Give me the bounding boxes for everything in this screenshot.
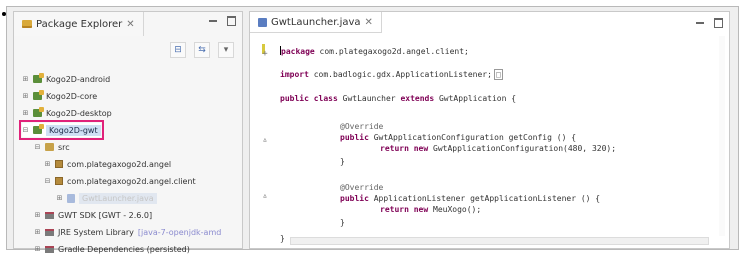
code-line-getlistener: public ApplicationListener getApplicatio… <box>340 194 601 203</box>
tree-item-package-angel[interactable]: ⊞ com.plategaxogo2d.angel <box>44 157 172 171</box>
library-icon <box>45 211 54 219</box>
editor-gutter: + ▵ ▵ <box>260 36 276 248</box>
package-explorer-icon <box>22 20 32 28</box>
collapse-icon[interactable]: ⊟ <box>22 126 29 134</box>
code-area[interactable]: + ▵ ▵ package com.plategaxogo2d.angel.cl… <box>250 36 729 248</box>
tab-label: GwtLauncher.java <box>271 16 361 28</box>
fold-collapse-icon[interactable]: ▵ <box>260 135 270 145</box>
expand-icon[interactable]: ⊞ <box>22 75 29 83</box>
java-file-icon <box>67 193 75 203</box>
library-icon <box>45 245 54 253</box>
tree-item-label: Kogo2D-desktop <box>46 108 112 118</box>
tree-item-label: GwtLauncher.java <box>79 192 157 204</box>
tree-item-label: com.plategaxogo2d.angel.client <box>67 176 196 186</box>
tree-item-gwt-sdk[interactable]: ⊞ GWT SDK [GWT - 2.6.0] <box>34 208 153 222</box>
tree-item-label: GWT SDK [GWT - 2.6.0] <box>58 210 153 220</box>
fold-collapse-icon[interactable]: ▵ <box>260 191 270 201</box>
tree-item-label: JRE System Library <box>58 227 134 237</box>
horizontal-scrollbar[interactable] <box>290 237 709 245</box>
link-with-editor-icon[interactable]: ⇆ <box>194 42 210 58</box>
expand-icon[interactable]: ⊞ <box>56 194 63 202</box>
folded-imports-icon[interactable]: □ <box>493 69 503 80</box>
project-icon <box>33 107 44 117</box>
project-icon <box>33 90 44 100</box>
expand-icon[interactable]: ⊞ <box>22 92 29 100</box>
tree-item-kogo2d-desktop[interactable]: ⊞ Kogo2D-desktop <box>22 106 112 120</box>
package-explorer-view: Package Explorer ✕ ⊟ ⇆ ▾ ⊞ Kogo2D-androi… <box>13 11 243 254</box>
maximize-icon[interactable] <box>714 18 723 28</box>
code-line-class: public class GwtLauncher extends GwtAppl… <box>280 94 517 103</box>
tree-item-src[interactable]: ⊟ src <box>34 140 70 154</box>
java-editor: GwtLauncher.java ✕ + ▵ ▵ package com.pla… <box>249 11 730 249</box>
eclipse-window: Package Explorer ✕ ⊟ ⇆ ▾ ⊞ Kogo2D-androi… <box>6 6 739 254</box>
fold-expand-icon[interactable]: + <box>260 49 270 59</box>
minimize-icon[interactable] <box>696 18 704 26</box>
code-line-override-2: @Override <box>340 183 384 192</box>
overview-ruler[interactable] <box>719 36 725 236</box>
close-icon[interactable]: ✕ <box>365 17 373 28</box>
library-icon <box>45 228 54 236</box>
maximize-icon[interactable] <box>227 16 236 26</box>
tab-label: Package Explorer <box>36 18 123 30</box>
tree-item-label: com.plategaxogo2d.angel <box>67 159 172 169</box>
code-line-override-1: @Override <box>340 122 384 131</box>
tree-item-label: Kogo2D-android <box>46 74 111 84</box>
code-line-import: import com.badlogic.gdx.ApplicationListe… <box>280 69 503 80</box>
expand-icon[interactable]: ⊞ <box>34 211 41 219</box>
tree-item-label: Kogo2D-gwt <box>46 124 101 136</box>
source-folder-icon <box>45 143 54 151</box>
package-icon <box>55 160 63 168</box>
tree-item-gwtlauncher-java[interactable]: ⊞ GwtLauncher.java <box>56 191 157 205</box>
minimize-icon[interactable] <box>209 16 217 24</box>
project-icon <box>33 124 44 134</box>
code-line-return-listener: return new MeuXogo(); <box>380 205 482 214</box>
code-line-brace-1: } <box>340 157 345 166</box>
tree-item-jre-system-library[interactable]: ⊞ JRE System Library [java-7-openjdk-amd <box>34 225 222 239</box>
tree-item-label: Gradle Dependencies (persisted) <box>58 244 190 254</box>
close-icon[interactable]: ✕ <box>126 19 134 30</box>
code-line-brace-class: } <box>280 234 285 243</box>
code-line-brace-2: } <box>340 218 345 227</box>
tree-item-kogo2d-core[interactable]: ⊞ Kogo2D-core <box>22 89 97 103</box>
collapse-all-icon[interactable]: ⊟ <box>170 42 186 58</box>
project-icon <box>33 73 44 83</box>
package-icon <box>55 177 63 185</box>
tab-gwtlauncher-java[interactable]: GwtLauncher.java ✕ <box>250 12 382 33</box>
expand-icon[interactable]: ⊞ <box>34 228 41 236</box>
tree-item-package-angel-client[interactable]: ⊟ com.plategaxogo2d.angel.client <box>44 174 196 188</box>
code-line-return-config: return new GwtApplicationConfiguration(4… <box>380 144 617 153</box>
tree-item-gradle-dependencies[interactable]: ⊞ Gradle Dependencies (persisted) <box>34 242 190 256</box>
tree-item-kogo2d-gwt[interactable]: ⊟ Kogo2D-gwt <box>19 120 104 140</box>
tree-item-label: src <box>58 142 70 152</box>
tree-item-label: Kogo2D-core <box>46 91 98 101</box>
code-line-package: package com.plategaxogo2d.angel.client; <box>280 46 469 56</box>
jre-decoration: [java-7-openjdk-amd <box>137 227 222 237</box>
collapse-icon[interactable]: ⊟ <box>34 143 41 151</box>
collapse-icon[interactable]: ⊟ <box>44 177 51 185</box>
tab-package-explorer[interactable]: Package Explorer ✕ <box>14 12 144 36</box>
expand-icon[interactable]: ⊞ <box>22 109 29 117</box>
tree-item-kogo2d-android[interactable]: ⊞ Kogo2D-android <box>22 72 110 86</box>
expand-icon[interactable]: ⊞ <box>44 160 51 168</box>
java-file-icon <box>258 17 267 27</box>
code-line-getconfig: public GwtApplicationConfiguration getCo… <box>340 133 577 142</box>
view-menu-icon[interactable]: ▾ <box>218 42 234 58</box>
